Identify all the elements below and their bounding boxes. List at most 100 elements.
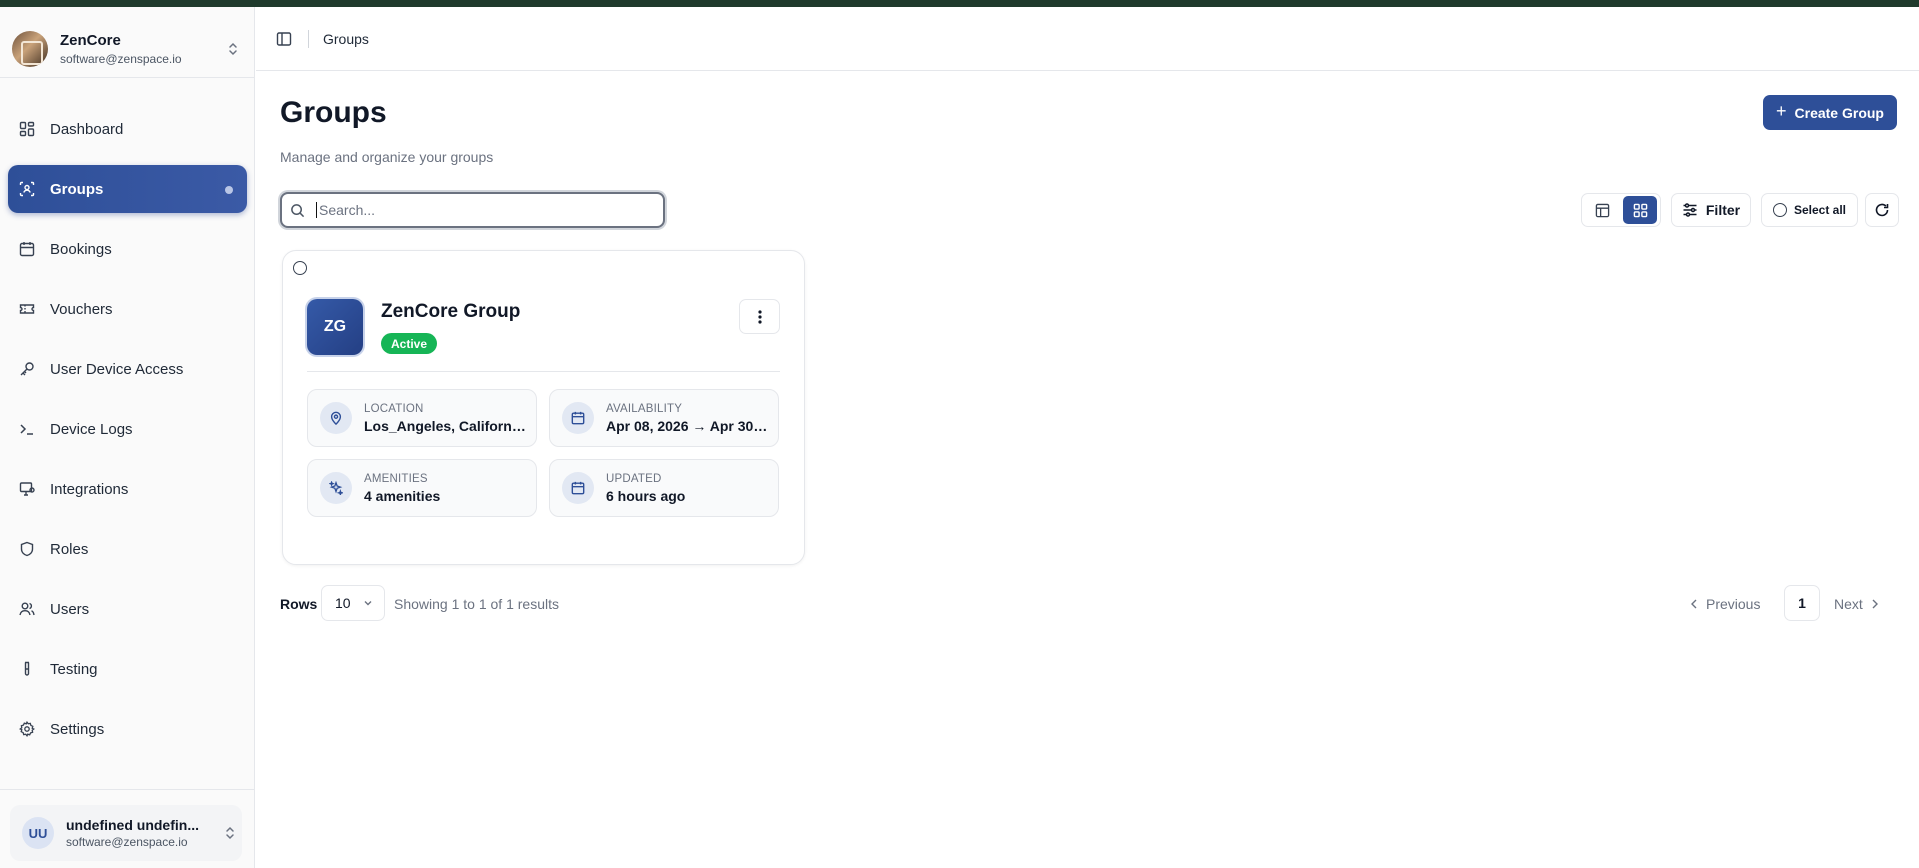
sidebar-toggle-button[interactable]: [272, 27, 296, 51]
search-box: [280, 192, 665, 228]
user-email: software@zenspace.io: [66, 835, 188, 849]
sidebar-item-testing[interactable]: Testing: [8, 645, 247, 693]
workspace-name: ZenCore: [60, 32, 121, 49]
updated-value: 6 hours ago: [606, 487, 686, 504]
search-icon: [290, 201, 308, 219]
groups-icon: [18, 180, 36, 198]
sidebar-item-label: Bookings: [50, 240, 112, 258]
location-value: Los_Angeles, California...: [364, 417, 526, 434]
sidebar-item-device-logs[interactable]: Device Logs: [8, 405, 247, 453]
sidebar-item-integrations[interactable]: Integrations: [8, 465, 247, 513]
header-divider: [308, 29, 309, 48]
location-tile: LOCATION Los_Angeles, California...: [307, 389, 537, 447]
shield-icon: [18, 540, 36, 558]
select-all-radio: [1772, 203, 1787, 217]
breadcrumb[interactable]: Groups: [323, 31, 369, 47]
workspace-email: software@zenspace.io: [60, 52, 182, 66]
chevron-up-down-icon: [218, 826, 242, 840]
refresh-icon: [1875, 203, 1889, 217]
amenities-value: 4 amenities: [364, 487, 441, 504]
sidebar-toggle-icon: [276, 31, 292, 46]
rows-per-page-select[interactable]: 10: [321, 585, 385, 621]
view-mode-toggle: [1581, 193, 1661, 227]
avatar: UU: [22, 817, 54, 849]
top-header: Groups: [256, 7, 1919, 71]
sidebar-item-settings[interactable]: Settings: [8, 705, 247, 753]
sidebar-item-user-device-access[interactable]: User Device Access: [8, 345, 247, 393]
sidebar-item-label: Testing: [50, 660, 98, 678]
card-divider: [307, 371, 780, 372]
group-avatar: ZG: [307, 299, 363, 355]
select-all-label: Select all: [1793, 203, 1847, 217]
sidebar-item-label: Dashboard: [50, 120, 124, 138]
amenities-label: AMENITIES: [364, 472, 428, 485]
grid-view-button[interactable]: [1623, 196, 1657, 224]
page-subtitle: Manage and organize your groups: [280, 149, 494, 165]
page-title: Groups: [280, 96, 387, 129]
next-page-button[interactable]: Next: [1834, 587, 1879, 621]
search-input[interactable]: [316, 202, 656, 218]
sidebar-item-label: Roles: [50, 540, 89, 558]
chevron-right-icon: [1871, 599, 1879, 609]
sidebar-nav: Dashboard Groups Bookings Vouchers User …: [8, 105, 247, 765]
sliders-icon: [1682, 202, 1698, 218]
select-all-button[interactable]: Select all: [1761, 193, 1858, 227]
active-indicator-dot: [225, 186, 233, 194]
sidebar-item-groups[interactable]: Groups: [8, 165, 247, 213]
sidebar-item-roles[interactable]: Roles: [8, 525, 247, 573]
calendar-icon: [562, 402, 594, 434]
workspace-switcher[interactable]: ZenCore software@zenspace.io: [12, 21, 242, 77]
updated-label: UPDATED: [606, 472, 662, 485]
rows-per-page-value: 10: [335, 595, 351, 611]
sidebar-item-vouchers[interactable]: Vouchers: [8, 285, 247, 333]
sidebar-item-label: Groups: [50, 180, 104, 198]
filter-button[interactable]: Filter: [1671, 193, 1751, 227]
monitor-link-icon: [18, 480, 36, 498]
sidebar-item-users[interactable]: Users: [8, 585, 247, 633]
previous-page-button[interactable]: Previous: [1690, 587, 1760, 621]
sidebar-item-label: Settings: [50, 720, 105, 738]
table-view-button[interactable]: [1585, 196, 1619, 224]
availability-label: AVAILABILITY: [606, 402, 683, 415]
terminal-icon: [18, 420, 36, 438]
sidebar-item-bookings[interactable]: Bookings: [8, 225, 247, 273]
results-summary: Showing 1 to 1 of 1 results: [394, 596, 559, 612]
users-icon: [18, 600, 36, 618]
updated-tile: UPDATED 6 hours ago: [549, 459, 779, 517]
group-actions-menu-button[interactable]: [739, 299, 780, 334]
map-pin-icon: [320, 402, 352, 434]
sidebar-item-label: Integrations: [50, 480, 129, 498]
amenities-tile: AMENITIES 4 amenities: [307, 459, 537, 517]
group-card[interactable]: ZG ZenCore Group Active LOCATION Los_Ang…: [282, 250, 805, 565]
window-top-strip: [0, 0, 1919, 7]
sidebar-divider: [0, 789, 254, 790]
next-label: Next: [1834, 596, 1863, 612]
calendar-icon: [18, 240, 36, 258]
sidebar-item-dashboard[interactable]: Dashboard: [8, 105, 247, 153]
sparkles-icon: [320, 472, 352, 504]
rows-label: Rows: [280, 596, 318, 612]
more-vertical-icon: [757, 309, 762, 324]
workspace-avatar: [12, 31, 48, 67]
chevron-down-icon: [363, 598, 373, 608]
create-group-button[interactable]: + Create Group: [1763, 95, 1897, 130]
chevron-left-icon: [1690, 599, 1698, 609]
previous-label: Previous: [1706, 596, 1761, 612]
user-menu[interactable]: UU undefined undefin... software@zenspac…: [10, 805, 242, 861]
card-select-radio[interactable]: [293, 261, 307, 275]
sidebar-item-label: Users: [50, 600, 90, 618]
key-icon: [18, 360, 36, 378]
refresh-button[interactable]: [1865, 193, 1899, 227]
ticket-icon: [18, 300, 36, 318]
status-badge: Active: [381, 333, 438, 354]
calendar-icon: [562, 472, 594, 504]
group-name[interactable]: ZenCore Group: [381, 301, 520, 323]
create-group-label: Create Group: [1794, 104, 1884, 121]
availability-value: Apr 08, 2026 → Apr 30,...: [606, 417, 768, 434]
dashboard-icon: [18, 120, 36, 138]
test-tube-icon: [18, 660, 36, 678]
sidebar-item-label: Vouchers: [50, 300, 113, 318]
sidebar: ZenCore software@zenspace.io Dashboard G…: [0, 7, 255, 868]
page-number-button[interactable]: 1: [1784, 585, 1820, 621]
plus-icon: +: [1776, 101, 1787, 121]
